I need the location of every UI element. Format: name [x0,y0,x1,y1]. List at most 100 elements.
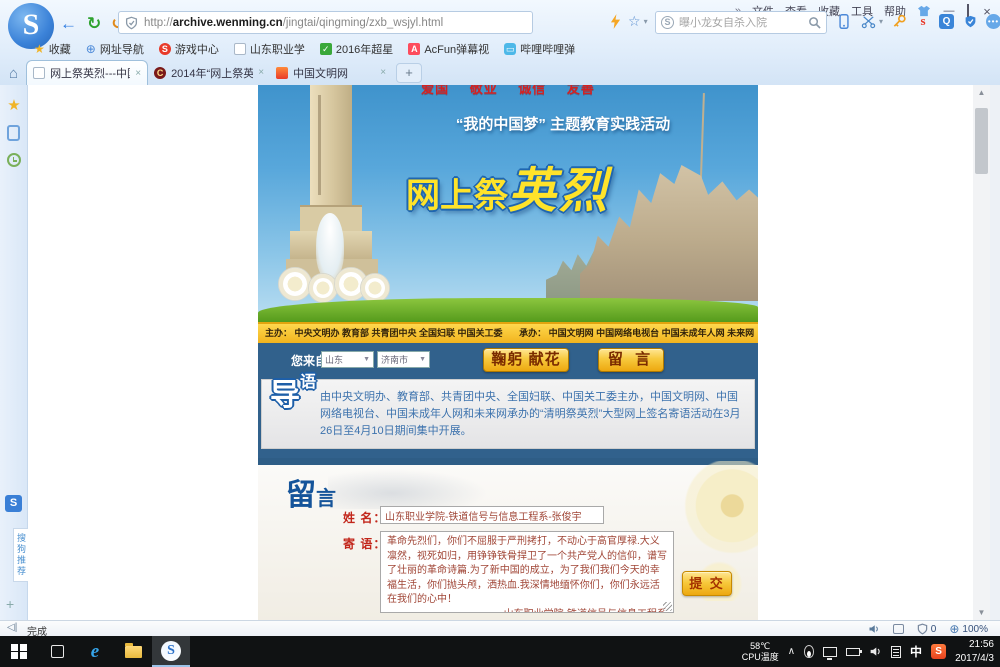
address-bar[interactable]: http://archive.wenming.cn/jingtai/qingmi… [118,11,533,34]
scroll-up-icon[interactable]: ▲ [973,85,990,100]
reader-icon[interactable]: Q [939,14,954,29]
intro-section: 导语 由中央文明办、教育部、共青团中央、全国妇联、中国关工委主办，中国文明网、中… [258,377,758,458]
banner-title: 网上祭英烈 [406,151,610,221]
webpage: 爱国 敬业 诚信 友善 “我的中国梦” 主题教育实践活动 网上祭英烈 [258,85,758,620]
security-shield-icon[interactable] [962,13,978,29]
favorite-dropdown-icon[interactable]: ▾ [644,17,648,26]
collapse-sidebar-icon[interactable]: ◁| [7,622,17,633]
start-button[interactable] [0,636,38,667]
resize-grip-icon[interactable] [663,602,672,611]
site-security-icon[interactable] [125,16,138,30]
file-explorer-button[interactable] [114,636,152,667]
bookmark-chaoxing[interactable]: ✓ 2016年超星 [320,41,393,57]
bookmark-acfun[interactable]: A AcFun弹幕视 [408,41,489,57]
sponsor-bar: 主办： 中央文明办 教育部 共青团中央 全国妇联 中国关工委 承办： 中国文明网… [258,322,758,343]
status-bar-tools: 0 ⊕ 100% [868,621,988,637]
scissors-dropdown-icon[interactable]: ▾ [879,17,883,26]
mute-speaker-icon[interactable] [868,623,880,635]
monument-image [286,85,378,303]
intro-text: 由中央文明办、教育部、共青团中央、全国妇联、中国关工委主办，中国文明网、中国网络… [320,389,742,440]
taskbar-clock[interactable]: 21:56 2017/4/3 [955,638,998,665]
intro-box: 导语 由中央文明办、教育部、共青团中央、全国妇联、中国关工委主办，中国文明网、中… [261,379,755,449]
city-select[interactable]: 济南市▼ [377,351,430,368]
action-band: 您来自: 山东▼ 济南市▼ 鞠躬 献花 留 言 [258,343,758,377]
notification-tray-icon[interactable] [891,646,901,658]
sogou-browser-taskbar-button[interactable]: S [152,636,190,667]
qq-tray-icon[interactable] [804,645,814,658]
province-select[interactable]: 山东▼ [321,351,374,368]
tab-close-icon[interactable]: × [258,67,264,78]
display-tray-icon[interactable] [823,647,837,657]
name-input[interactable] [380,506,604,524]
home-button-icon[interactable]: ⌂ [9,65,18,82]
edge-taskbar-button[interactable]: e [76,636,114,667]
sogou-ime-icon[interactable]: S [931,644,946,659]
grass [258,298,758,322]
bow-flower-button[interactable]: 鞠躬 献花 [483,348,569,372]
add-panel-icon[interactable]: + [6,596,14,612]
edge-icon: e [91,641,99,663]
bookmark-sdzy[interactable]: 山东职业学 [234,41,305,57]
tab-close-icon[interactable]: × [135,68,141,79]
ime-language-indicator[interactable]: 中 [910,643,922,660]
tab-2014-wsjyl[interactable]: C 2014年“网上祭英烈” × [148,60,270,85]
tab-wsjyl[interactable]: 网上祭英烈---中国文明网 × [26,60,148,85]
screenshot-scissors-icon[interactable] [860,13,876,29]
sogou-recommend-icon[interactable]: S [5,495,22,512]
password-key-icon[interactable] [891,13,907,29]
wreath [360,273,390,303]
acfun-icon: A [408,43,420,55]
message-textarea[interactable]: 革命先烈们，你们不屈服于严刑拷打，不动心于高官厚禄.大义凛然，视死如归，用铮铮铁… [380,531,674,613]
sogou-icon: S [161,641,181,661]
star-icon: ★ [34,42,45,56]
favorite-star-icon[interactable]: ☆ [628,13,641,30]
search-magnifier-icon[interactable] [808,16,821,29]
speed-mode-icon[interactable] [610,14,621,29]
browser-content-area: ★ S 搜狗推荐 + 爱国 敬业 诚信 友善 “我的中国梦” 主题教育实践活动 … [0,85,1000,620]
folder-icon [125,646,142,658]
back-button[interactable]: ← [60,14,77,34]
tray-expand-icon[interactable]: ∧ [788,646,795,657]
zoom-control[interactable]: ⊕ 100% [949,622,988,636]
tab-wenming[interactable]: 中国文明网 × [270,60,392,85]
send-to-phone-icon[interactable] [836,13,852,29]
flower-spray [316,213,344,279]
tab-close-icon[interactable]: × [380,67,386,78]
mobile-panel-icon[interactable] [7,125,20,141]
scroll-down-icon[interactable]: ▼ [973,605,990,620]
task-view-button[interactable] [38,636,76,667]
system-tray: 58℃ CPU温度 ∧ 中 S 21:56 2017/4/3 [742,636,998,667]
history-panel-icon[interactable] [7,153,21,167]
bookmark-game-center[interactable]: S 游戏中心 [159,41,219,57]
url-text[interactable]: http://archive.wenming.cn/jingtai/qingmi… [144,17,443,29]
refresh-button[interactable]: ↻ [87,14,101,34]
bookmark-bilibili[interactable]: ▭ 哔哩哔哩弹 [504,41,575,57]
adblock-shield-icon[interactable]: 0 [917,623,937,635]
toolbar-icons: ▾ s Q ••• ↓ [836,13,1000,29]
task-view-icon [51,645,64,658]
cpu-temperature: 58℃ CPU温度 [742,641,779,663]
sogou-service-icon[interactable]: s [915,13,931,29]
autofill-icon[interactable] [893,624,904,634]
page-icon [234,43,246,55]
more-extensions-icon[interactable]: ••• [986,14,1000,29]
desktop: S » 文件 查看 收藏 工具 帮助 — × ← ↻ ↺ ▾ http://ar… [0,0,1000,667]
power-tray-icon[interactable] [846,648,860,656]
banner-subtitle: “我的中国梦” 主题教育实践活动 [388,113,738,134]
scrollbar-thumb[interactable] [975,108,988,174]
tab-cntv-icon: C [154,67,166,79]
favorites-panel-icon[interactable]: ★ [0,96,28,114]
search-input[interactable] [679,17,803,29]
browser-right-strip [990,85,1000,620]
compass-icon: ⊕ [86,42,96,56]
leave-message-button[interactable]: 留 言 [598,348,664,372]
bookmark-favorites[interactable]: ★ 收藏 [34,41,71,57]
new-tab-button[interactable]: + [396,63,422,83]
bookmark-nav-site[interactable]: ⊕ 网址导航 [86,41,144,57]
address-quick-icons: ☆ ▾ [610,13,648,30]
submit-button[interactable]: 提 交 [682,571,732,596]
search-box[interactable]: S [655,11,827,34]
vertical-scrollbar[interactable]: ▲ ▼ [973,85,990,620]
bilibili-icon: ▭ [504,43,516,55]
volume-tray-icon[interactable] [869,645,882,658]
